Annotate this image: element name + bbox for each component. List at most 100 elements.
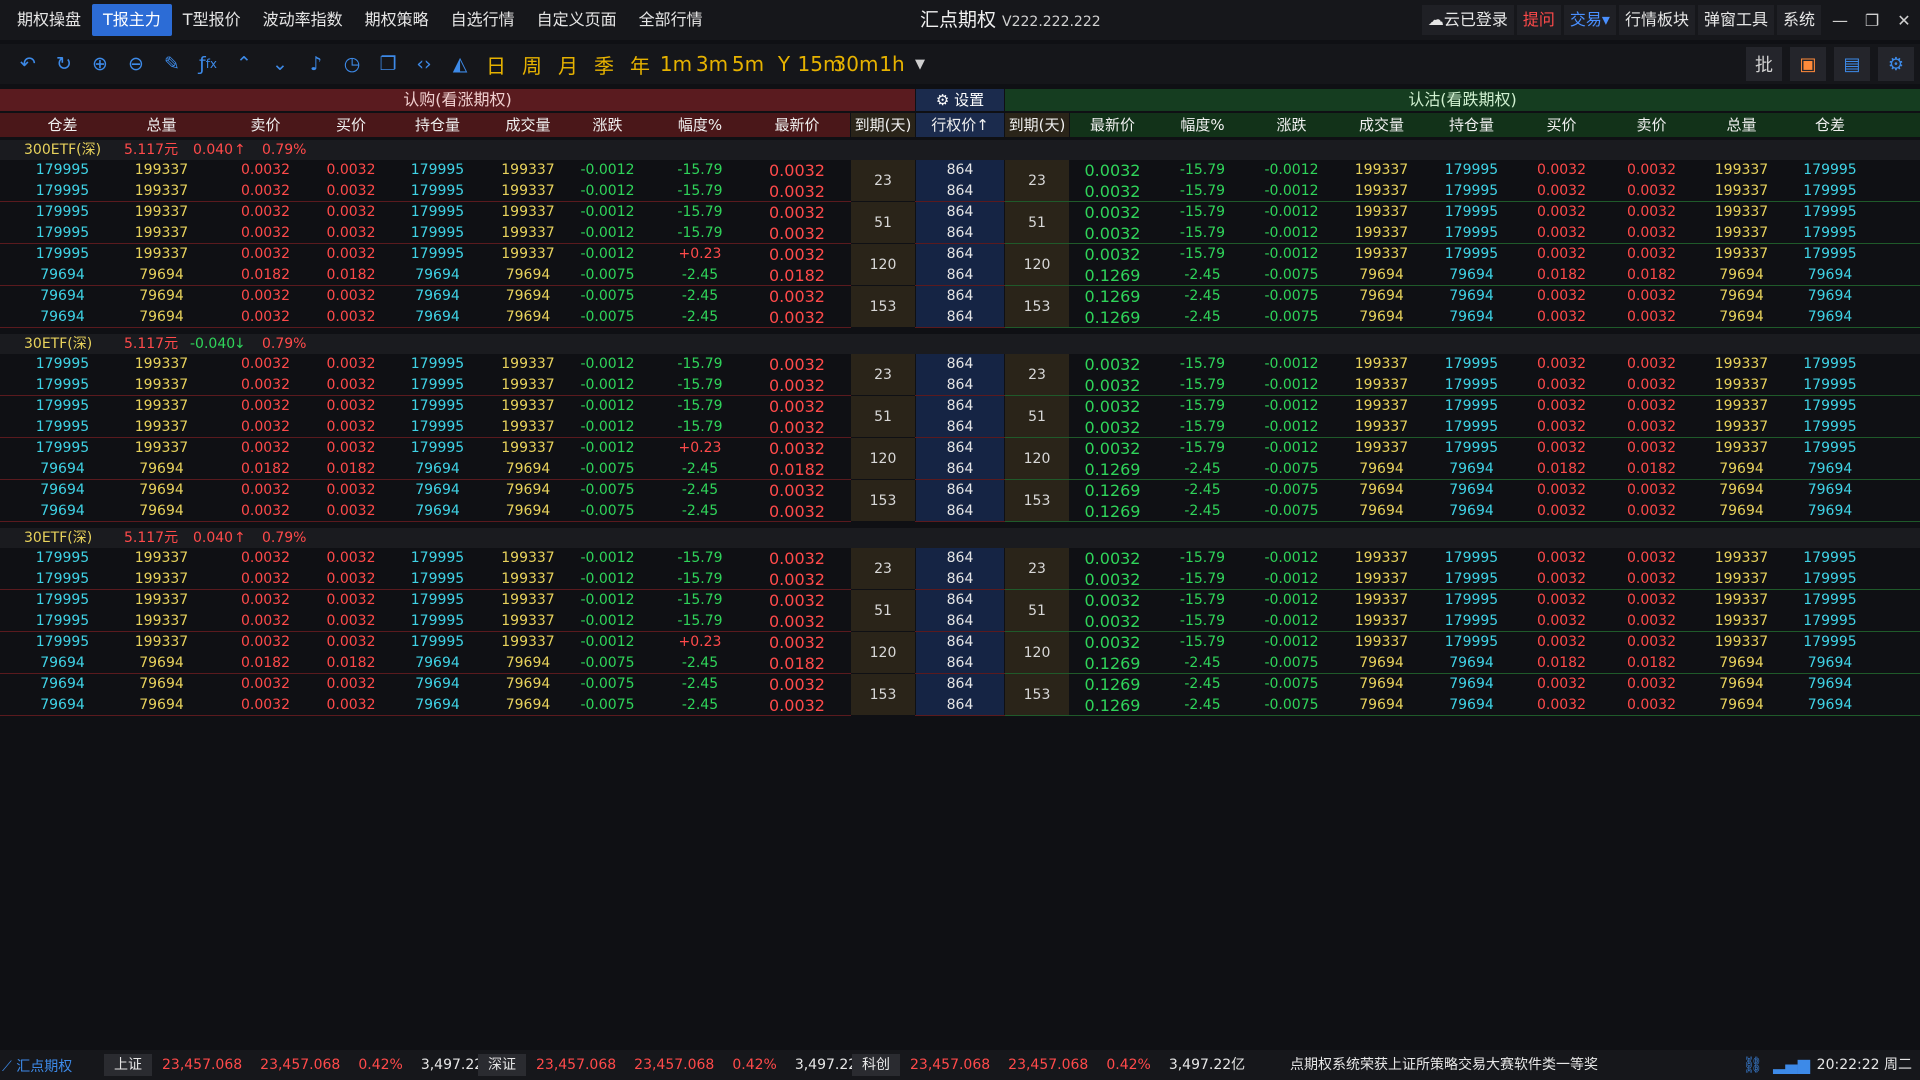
put-cell[interactable]: 0.0032 — [1518, 396, 1605, 417]
call-cell[interactable]: 0.0032 — [754, 632, 840, 653]
call-cell[interactable]: -2.45 — [650, 307, 750, 328]
call-cell[interactable]: -15.79 — [650, 375, 750, 396]
table-row[interactable]: 79694 79694 0.0032 0.0032 79694 79694 -0.0075-… — [0, 695, 1920, 716]
call-cell[interactable]: -0.0012 — [570, 590, 645, 611]
call-cell[interactable]: 179995 — [388, 396, 487, 417]
put-cell[interactable]: 0.0182 — [1518, 653, 1605, 674]
call-cell[interactable]: 0.0032 — [228, 286, 303, 307]
strike-cell[interactable]: 864 — [916, 590, 1004, 611]
call-cell[interactable]: 0.0182 — [228, 265, 303, 286]
table-row[interactable]: 179995 199337 0.0032 0.0032 179995 199337 -0.0… — [0, 160, 1920, 181]
call-cell[interactable]: 199337 — [488, 417, 568, 438]
call-cell[interactable]: 0.0032 — [316, 223, 386, 244]
call-cell[interactable]: 179995 — [388, 569, 487, 590]
more-dropdown-icon[interactable]: ▼ — [910, 47, 930, 81]
call-cell[interactable]: 199337 — [108, 375, 215, 396]
call-cell[interactable]: 0.0032 — [316, 695, 386, 716]
zoom-out-icon[interactable]: ⊖ — [118, 47, 154, 81]
strike-cell[interactable]: 864 — [916, 307, 1004, 328]
call-cell[interactable]: -0.0075 — [570, 459, 645, 480]
put-cell[interactable]: -0.0012 — [1248, 354, 1335, 375]
strike-cell[interactable]: 864 — [916, 695, 1004, 716]
ask-button[interactable]: 提问 — [1516, 5, 1561, 35]
call-cell[interactable]: 0.0182 — [316, 265, 386, 286]
call-cell[interactable]: 0.0032 — [316, 244, 386, 265]
call-cell[interactable]: 179995 — [20, 354, 105, 375]
put-cell[interactable]: 0.0032 — [1518, 417, 1605, 438]
put-cell[interactable]: 179995 — [1790, 438, 1870, 459]
call-cell[interactable]: 0.0032 — [228, 307, 303, 328]
call-cell[interactable]: 179995 — [388, 181, 487, 202]
call-cell[interactable]: -2.45 — [650, 265, 750, 286]
call-cell[interactable]: 79694 — [388, 459, 487, 480]
put-cell[interactable]: 79694 — [1698, 674, 1785, 695]
call-cell[interactable]: -15.79 — [650, 590, 750, 611]
link-icon[interactable]: ⛓ — [1743, 1055, 1763, 1074]
table-row[interactable]: 179995 199337 0.0032 0.0032 179995 199337 -0.0… — [0, 244, 1920, 265]
put-cell[interactable]: -0.0012 — [1248, 548, 1335, 569]
call-cell[interactable]: -2.45 — [650, 653, 750, 674]
put-cell[interactable]: 79694 — [1790, 501, 1870, 522]
call-cell[interactable]: -0.0075 — [570, 501, 645, 522]
put-cell[interactable]: 0.0182 — [1518, 459, 1605, 480]
table-row[interactable]: 179995 199337 0.0032 0.0032 179995 199337 -0.0… — [0, 223, 1920, 244]
put-cell[interactable]: 199337 — [1338, 396, 1425, 417]
call-cell[interactable]: 0.0032 — [316, 286, 386, 307]
index-item[interactable]: 上证 23,457.068 23,457.068 0.42% 3,497.22亿 — [104, 1054, 509, 1076]
call-cell[interactable]: 179995 — [20, 375, 105, 396]
put-cell[interactable]: 0.0032 — [1518, 590, 1605, 611]
put-cell[interactable]: 79694 — [1790, 480, 1870, 501]
call-cell[interactable]: 179995 — [20, 611, 105, 632]
put-cell[interactable]: 79694 — [1698, 695, 1785, 716]
put-cell[interactable]: 0.0032 — [1070, 548, 1155, 569]
call-cell[interactable]: -15.79 — [650, 396, 750, 417]
call-cell[interactable]: 199337 — [108, 354, 215, 375]
put-cell[interactable]: -0.0075 — [1248, 695, 1335, 716]
put-cell[interactable]: -0.0075 — [1248, 265, 1335, 286]
put-cell[interactable]: 0.0032 — [1070, 632, 1155, 653]
put-cell[interactable]: 179995 — [1790, 202, 1870, 223]
put-cell[interactable]: 199337 — [1698, 417, 1785, 438]
put-cell[interactable]: 0.0032 — [1608, 611, 1695, 632]
put-cell[interactable]: -0.0012 — [1248, 590, 1335, 611]
call-cell[interactable]: 179995 — [388, 548, 487, 569]
strike-cell[interactable]: 864 — [916, 286, 1004, 307]
put-cell[interactable]: 199337 — [1338, 160, 1425, 181]
call-cell[interactable]: 79694 — [388, 695, 487, 716]
call-cell[interactable]: 0.0032 — [754, 611, 840, 632]
put-cell[interactable]: 0.1269 — [1070, 695, 1155, 716]
table-row[interactable]: 79694 79694 0.0032 0.0032 79694 79694 -0.0075-… — [0, 286, 1920, 307]
call-cell[interactable]: 79694 — [20, 501, 105, 522]
put-cell[interactable]: 0.1269 — [1070, 265, 1155, 286]
put-cell[interactable]: 0.0032 — [1608, 569, 1695, 590]
put-cell[interactable]: 179995 — [1428, 375, 1515, 396]
call-cell[interactable]: 79694 — [388, 265, 487, 286]
put-cell[interactable]: 79694 — [1338, 459, 1425, 480]
call-cell[interactable]: 79694 — [488, 286, 568, 307]
call-cell[interactable]: 79694 — [20, 480, 105, 501]
call-cell[interactable]: 0.0032 — [228, 611, 303, 632]
put-col-header-7[interactable]: 总量 — [1698, 113, 1785, 137]
strike-cell[interactable]: 864 — [916, 244, 1004, 265]
call-cell[interactable]: 179995 — [20, 632, 105, 653]
call-cell[interactable]: 0.0032 — [228, 160, 303, 181]
period-button-3[interactable]: 季 — [586, 47, 622, 81]
table-row[interactable]: 179995 199337 0.0032 0.0032 179995 199337 -0.0… — [0, 202, 1920, 223]
put-cell[interactable]: 199337 — [1338, 417, 1425, 438]
index-item[interactable]: 科创 23,457.068 23,457.068 0.42% 3,497.22亿 — [852, 1054, 1257, 1076]
call-cell[interactable]: 179995 — [20, 244, 105, 265]
put-cell[interactable]: -15.79 — [1160, 548, 1245, 569]
call-cell[interactable]: -15.79 — [650, 611, 750, 632]
call-cell[interactable]: 0.0032 — [754, 396, 840, 417]
call-cell[interactable]: 0.0032 — [228, 632, 303, 653]
put-cell[interactable]: 199337 — [1698, 438, 1785, 459]
put-cell[interactable]: -15.79 — [1160, 396, 1245, 417]
put-cell[interactable]: -0.0075 — [1248, 653, 1335, 674]
gear-icon[interactable]: ⚙ — [1878, 47, 1914, 81]
put-cell[interactable]: 79694 — [1338, 674, 1425, 695]
put-cell[interactable]: 179995 — [1790, 611, 1870, 632]
put-cell[interactable]: 79694 — [1790, 695, 1870, 716]
call-cell[interactable]: 0.0032 — [316, 181, 386, 202]
call-cell[interactable]: 0.0182 — [754, 653, 840, 674]
call-cell[interactable]: 0.0032 — [228, 590, 303, 611]
